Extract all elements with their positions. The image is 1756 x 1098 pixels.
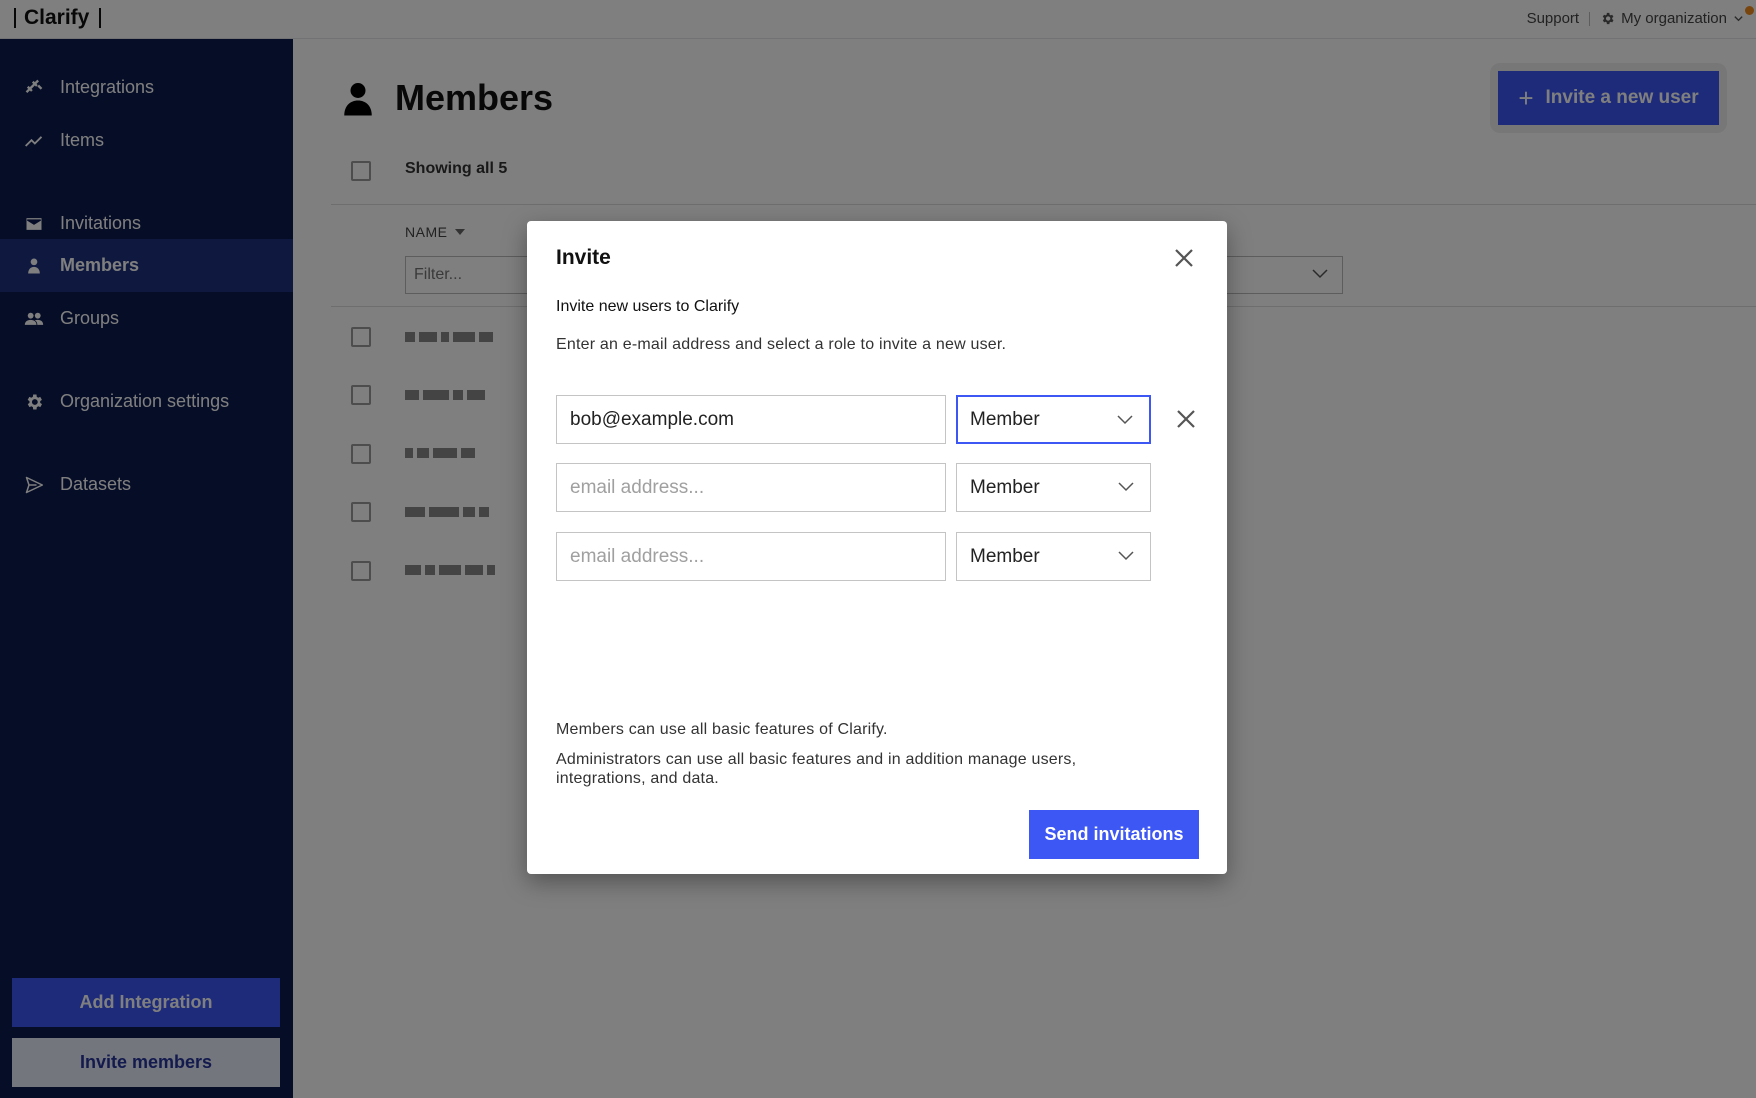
- role-select[interactable]: Member: [956, 395, 1151, 444]
- email-field[interactable]: [556, 395, 946, 444]
- email-field[interactable]: [556, 463, 946, 512]
- administrators-role-info: Administrators can use all basic feature…: [556, 751, 1077, 787]
- remove-row-icon[interactable]: [1174, 407, 1198, 431]
- role-select[interactable]: Member: [956, 463, 1151, 512]
- dialog-subtitle: Invite new users to Clarify: [556, 298, 740, 315]
- dialog-description: Enter an e-mail address and select a rol…: [556, 336, 1007, 353]
- dialog-title: Invite: [556, 246, 611, 269]
- chevron-down-icon: [1118, 551, 1134, 561]
- chevron-down-icon: [1118, 482, 1134, 492]
- role-select[interactable]: Member: [956, 532, 1151, 581]
- role-select-value: Member: [970, 408, 1040, 430]
- role-select-value: Member: [970, 476, 1040, 498]
- close-icon[interactable]: [1173, 247, 1195, 269]
- email-field[interactable]: [556, 532, 946, 581]
- send-invitations-button[interactable]: Send invitations: [1029, 810, 1199, 859]
- members-role-info: Members can use all basic features of Cl…: [556, 721, 888, 738]
- role-select-value: Member: [970, 545, 1040, 567]
- chevron-down-icon: [1117, 415, 1133, 425]
- invite-dialog: Invite Invite new users to Clarify Enter…: [527, 221, 1227, 874]
